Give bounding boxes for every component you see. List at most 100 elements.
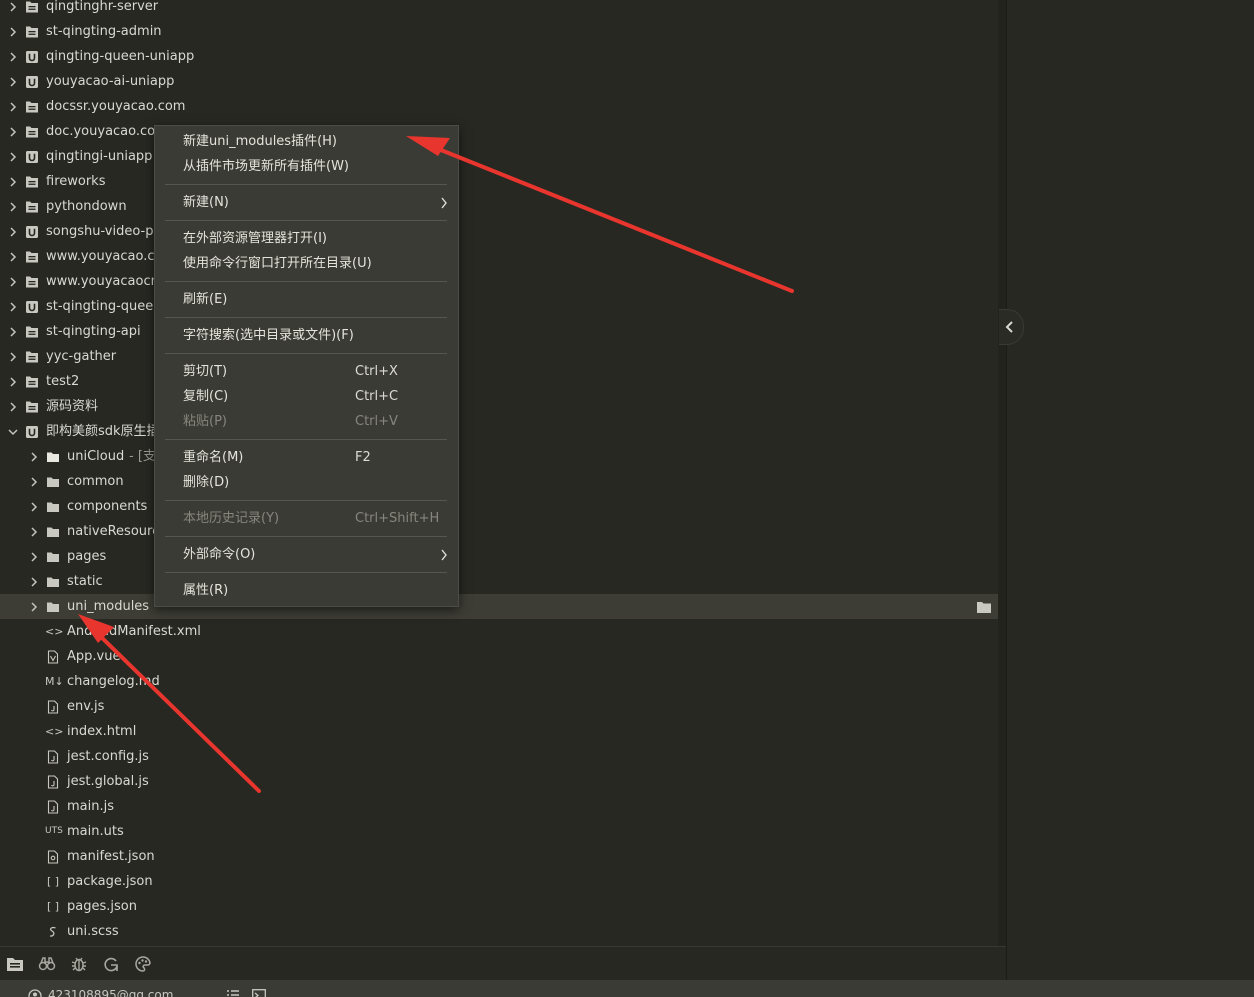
- chevron-right-icon[interactable]: [29, 469, 39, 494]
- tree-folder-item[interactable]: components: [0, 494, 998, 519]
- sidebar-splitter[interactable]: [998, 0, 1006, 980]
- tree-folder-item[interactable]: static: [0, 569, 998, 594]
- tree-folder-item[interactable]: common: [0, 469, 998, 494]
- open-folder-icon[interactable]: [976, 600, 992, 614]
- menu-open-in-terminal[interactable]: 使用命令行窗口打开所在目录(U): [155, 251, 458, 276]
- chevron-right-icon[interactable]: [29, 494, 39, 519]
- menu-separator: [165, 536, 447, 537]
- chevron-right-icon[interactable]: [8, 94, 18, 119]
- tree-folder-item[interactable]: qingtingi-uniapp: [0, 144, 998, 169]
- menu-separator: [165, 184, 447, 185]
- account-icon[interactable]: [28, 989, 42, 997]
- binoculars-icon[interactable]: [38, 955, 56, 973]
- terminal-icon[interactable]: [252, 989, 266, 997]
- tree-folder-item[interactable]: st-qingting-admin: [0, 19, 998, 44]
- tree-folder-item[interactable]: 即构美颜sdk原生插件: [0, 419, 998, 444]
- tree-item-label: fireworks: [46, 174, 106, 189]
- chevron-right-icon[interactable]: [8, 69, 18, 94]
- tree-folder-item[interactable]: qingtinghr-server: [0, 0, 998, 19]
- chevron-right-icon[interactable]: [29, 544, 39, 569]
- tree-file-item[interactable]: main.js: [0, 794, 998, 819]
- project-explorer-icon[interactable]: [6, 955, 24, 973]
- menu-rename[interactable]: 重命名(M) F2: [155, 445, 458, 470]
- tree-folder-item[interactable]: st-qingting-queen-: [0, 294, 998, 319]
- tree-folder-item[interactable]: songshu-video-pag: [0, 219, 998, 244]
- tree-folder-item[interactable]: nativeResource: [0, 519, 998, 544]
- tree-file-item[interactable]: M↓ changelog.md: [0, 669, 998, 694]
- tree-folder-item[interactable]: doc.youyacao.com: [0, 119, 998, 144]
- chevron-right-icon[interactable]: [8, 244, 18, 269]
- tree-file-item[interactable]: <> AndroidManifest.xml: [0, 619, 998, 644]
- menu-text-search[interactable]: 字符搜索(选中目录或文件)(F): [155, 323, 458, 348]
- chevron-right-icon[interactable]: [8, 44, 18, 69]
- menu-item-shortcut: Ctrl+C: [355, 389, 399, 404]
- chevron-right-icon[interactable]: [8, 294, 18, 319]
- menu-update-all-plugins[interactable]: 从插件市场更新所有插件(W): [155, 154, 458, 179]
- tree-folder-item[interactable]: qingting-queen-uniapp: [0, 44, 998, 69]
- bug-icon[interactable]: [70, 955, 88, 973]
- tree-file-item[interactable]: manifest.json: [0, 844, 998, 869]
- chevron-right-icon[interactable]: [8, 369, 18, 394]
- chevron-right-icon[interactable]: [8, 119, 18, 144]
- chevron-right-icon[interactable]: [8, 194, 18, 219]
- tree-folder-item[interactable]: www.youyacaocn: [0, 269, 998, 294]
- uniapp-project-icon: [24, 144, 40, 169]
- tree-file-item[interactable]: [ ] pages.json: [0, 894, 998, 919]
- tree-file-item[interactable]: <> index.html: [0, 719, 998, 744]
- menu-cut[interactable]: 剪切(T) Ctrl+X: [155, 359, 458, 384]
- menu-delete[interactable]: 删除(D): [155, 470, 458, 495]
- chevron-right-icon[interactable]: [8, 144, 18, 169]
- menu-item-label: 粘贴(P): [183, 414, 227, 429]
- chevron-right-icon[interactable]: [8, 269, 18, 294]
- tree-item-label: yyc-gather: [46, 349, 117, 364]
- chevron-right-icon[interactable]: [8, 169, 18, 194]
- palette-icon[interactable]: [134, 955, 152, 973]
- tree-item-label: uni.scss: [67, 924, 119, 939]
- menu-external-commands[interactable]: 外部命令(O): [155, 542, 458, 567]
- tree-file-item[interactable]: jest.global.js: [0, 769, 998, 794]
- tree-folder-item[interactable]: uni_modules: [0, 594, 998, 619]
- menu-open-in-explorer[interactable]: 在外部资源管理器打开(I): [155, 226, 458, 251]
- list-icon[interactable]: [226, 989, 240, 997]
- menu-item-label: 外部命令(O): [183, 547, 256, 562]
- tree-folder-item[interactable]: pythondown: [0, 194, 998, 219]
- tree-folder-item[interactable]: docssr.youyacao.com: [0, 94, 998, 119]
- tree-folder-item[interactable]: www.youyacao.cn_2: [0, 244, 998, 269]
- chevron-right-icon[interactable]: [8, 219, 18, 244]
- tree-folder-item[interactable]: yyc-gather: [0, 344, 998, 369]
- chevron-right-icon[interactable]: [29, 519, 39, 544]
- chevron-down-icon[interactable]: [8, 419, 18, 444]
- menu-refresh[interactable]: 刷新(E): [155, 287, 458, 312]
- chevron-right-icon[interactable]: [29, 569, 39, 594]
- project-icon: [24, 319, 40, 344]
- tree-folder-item[interactable]: uniCloud - [支付: [0, 444, 998, 469]
- chevron-right-icon[interactable]: [8, 19, 18, 44]
- chevron-right-icon[interactable]: [8, 319, 18, 344]
- chevron-right-icon[interactable]: [8, 0, 18, 19]
- git-icon[interactable]: [102, 955, 120, 973]
- tree-folder-item[interactable]: youyacao-ai-uniapp: [0, 69, 998, 94]
- tree-folder-item[interactable]: 源码资料: [0, 394, 998, 419]
- tree-file-item[interactable]: uni.scss: [0, 919, 998, 944]
- chevron-right-icon[interactable]: [8, 394, 18, 419]
- tree-file-item[interactable]: UTS main.uts: [0, 819, 998, 844]
- chevron-right-icon[interactable]: [8, 344, 18, 369]
- menu-new[interactable]: 新建(N): [155, 190, 458, 215]
- chevron-right-icon[interactable]: [29, 594, 39, 619]
- project-icon: [24, 244, 40, 269]
- menu-new-uni-modules-plugin[interactable]: 新建uni_modules插件(H): [155, 129, 458, 154]
- tree-file-item[interactable]: App.vue: [0, 644, 998, 669]
- chevron-right-icon[interactable]: [29, 444, 39, 469]
- tree-file-item[interactable]: [ ] package.json: [0, 869, 998, 894]
- menu-properties[interactable]: 属性(R): [155, 578, 458, 603]
- account-email[interactable]: 423108895@qq.com: [48, 988, 173, 997]
- folder-icon: [45, 469, 61, 494]
- tree-folder-item[interactable]: pages: [0, 544, 998, 569]
- tree-file-item[interactable]: env.js: [0, 694, 998, 719]
- tree-folder-item[interactable]: st-qingting-api: [0, 319, 998, 344]
- menu-item-shortcut: F2: [355, 450, 371, 465]
- tree-folder-item[interactable]: test2: [0, 369, 998, 394]
- menu-copy[interactable]: 复制(C) Ctrl+C: [155, 384, 458, 409]
- tree-folder-item[interactable]: fireworks: [0, 169, 998, 194]
- tree-file-item[interactable]: jest.config.js: [0, 744, 998, 769]
